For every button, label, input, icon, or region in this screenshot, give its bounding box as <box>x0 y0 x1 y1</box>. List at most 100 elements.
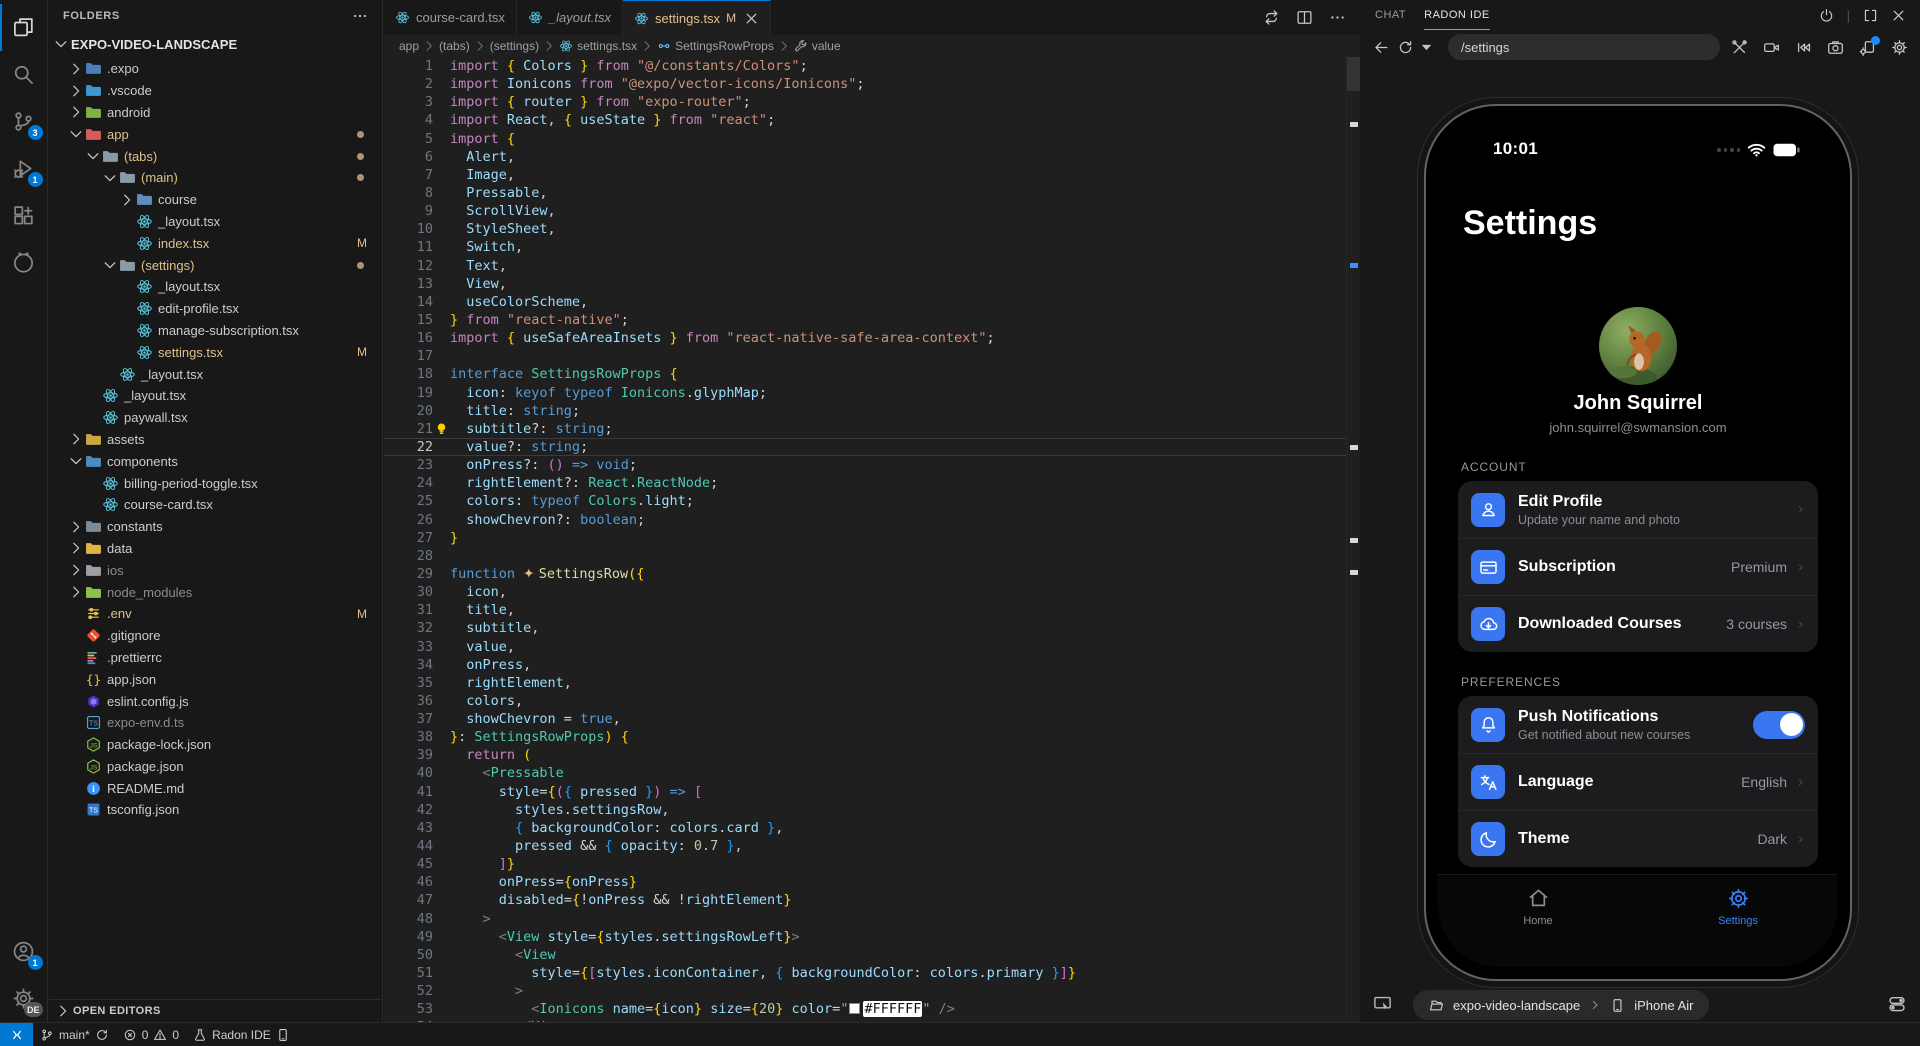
more-actions-icon[interactable] <box>352 8 368 24</box>
device-screen[interactable]: 10:01 Settings <box>1438 118 1838 967</box>
editor-tab--layout-tsx[interactable]: _layout.tsx <box>517 0 623 35</box>
breadcrumb[interactable]: app (tabs) (settings) settings.tsx SettingsR… <box>384 35 1360 57</box>
expand-icon[interactable] <box>1863 8 1878 23</box>
tree-item--vscode[interactable]: .vscode <box>49 80 382 102</box>
tree-item-eslint-config-js[interactable]: eslint.config.js <box>49 690 382 712</box>
status-problems[interactable]: 00 <box>116 1023 186 1046</box>
status-radon-ide-status[interactable]: Radon IDE <box>186 1023 297 1046</box>
more-actions-icon[interactable] <box>1329 9 1346 26</box>
tree-item-data[interactable]: data <box>49 538 382 560</box>
camera-icon[interactable] <box>1827 39 1844 56</box>
panel-tab-chat[interactable]: CHAT <box>1375 0 1406 30</box>
scrollbar-slider[interactable] <box>1347 57 1360 91</box>
tree-item-app-json[interactable]: {}app.json <box>49 668 382 690</box>
breadcrumb-item-value[interactable]: value <box>794 39 841 53</box>
panel-tab-bar: CHATRADON IDE| <box>1361 0 1920 30</box>
phone-tab-home[interactable]: Home <box>1438 875 1638 967</box>
tree-item--settings-[interactable]: (settings) <box>49 254 382 276</box>
settings-row-edit-profile[interactable]: Edit ProfileUpdate your name and photo <box>1458 481 1818 538</box>
skip-back-icon[interactable] <box>1795 39 1812 56</box>
tree-item-paywall-tsx[interactable]: paywall.tsx <box>49 407 382 429</box>
tree-item--env[interactable]: .envM <box>49 603 382 625</box>
settings-row-subscription[interactable]: SubscriptionPremium <box>1458 538 1818 595</box>
tree-item--gitignore[interactable]: .gitignore <box>49 625 382 647</box>
device-selector[interactable]: expo-video-landscape iPhone Air <box>1413 990 1709 1020</box>
tree-item-index-tsx[interactable]: index.tsxM <box>49 232 382 254</box>
overview-ruler[interactable] <box>1346 57 1360 1022</box>
lightbulb-icon[interactable] <box>435 422 448 435</box>
split-editor-icon[interactable] <box>1296 9 1313 26</box>
panel-settings-toggles-icon[interactable] <box>1888 995 1906 1013</box>
activity-item-extensions[interactable] <box>0 192 48 239</box>
tree-item-course[interactable]: course <box>49 189 382 211</box>
tree-item--layout-tsx[interactable]: _layout.tsx <box>49 363 382 385</box>
tree-item-tsconfig-json[interactable]: TStsconfig.json <box>49 799 382 821</box>
activity-item-search[interactable] <box>0 51 48 98</box>
code-line-10: 10 StyleSheet, <box>384 220 1346 238</box>
caret-down-icon[interactable] <box>1418 39 1435 56</box>
compare-changes-icon[interactable] <box>1263 9 1280 26</box>
editor-tab-course-card-tsx[interactable]: course-card.tsx <box>384 0 517 35</box>
tree-item-constants[interactable]: constants <box>49 516 382 538</box>
inspect-screen-icon[interactable] <box>1373 994 1392 1013</box>
breadcrumb-item--settings-[interactable]: (settings) <box>490 39 539 53</box>
tree-item-ios[interactable]: ios <box>49 559 382 581</box>
close-icon[interactable] <box>1891 8 1906 23</box>
tree-item-package-lock-json[interactable]: JSpackage-lock.json <box>49 734 382 756</box>
device-profile-icon[interactable] <box>1859 39 1876 56</box>
back-icon[interactable] <box>1373 39 1390 56</box>
breadcrumb-item-settingsrowprops[interactable]: SettingsRowProps <box>657 39 774 53</box>
code-editor[interactable]: 1import { Colors } from "@/constants/Col… <box>384 57 1346 1022</box>
tree-item--expo[interactable]: .expo <box>49 58 382 80</box>
activity-item-manage[interactable]: DE <box>0 975 48 1022</box>
tree-root[interactable]: EXPO-VIDEO-LANDSCAPE <box>49 32 382 56</box>
settings-row-language[interactable]: LanguageEnglish <box>1458 753 1818 810</box>
gear-icon[interactable] <box>1891 39 1908 56</box>
settings-card: Push NotificationsGet notified about new… <box>1458 696 1818 867</box>
open-editors-section[interactable]: OPEN EDITORS <box>49 999 382 1022</box>
toggle-switch-on[interactable] <box>1753 711 1805 739</box>
settings-row-theme[interactable]: ThemeDark <box>1458 810 1818 867</box>
video-camera-icon[interactable] <box>1763 39 1780 56</box>
tree-item-assets[interactable]: assets <box>49 429 382 451</box>
settings-row-push-notifications[interactable]: Push NotificationsGet notified about new… <box>1458 696 1818 753</box>
tree-item--prettierrc[interactable]: .prettierrc <box>49 647 382 669</box>
editor-tab-settings-tsx[interactable]: settings.tsxM <box>623 0 771 35</box>
activity-item-source-control[interactable]: 3 <box>0 98 48 145</box>
tree-item-components[interactable]: components <box>49 450 382 472</box>
tree-item-app[interactable]: app <box>49 123 382 145</box>
panel-tab-radon-ide[interactable]: RADON IDE <box>1424 0 1490 30</box>
tree-item--tabs-[interactable]: (tabs) <box>49 145 382 167</box>
breadcrumb-item--tabs-[interactable]: (tabs) <box>439 39 470 53</box>
power-icon[interactable] <box>1819 8 1834 23</box>
close-icon[interactable] <box>744 11 759 26</box>
tree-item-edit-profile-tsx[interactable]: edit-profile.tsx <box>49 298 382 320</box>
tools-icon[interactable] <box>1731 39 1748 56</box>
refresh-icon[interactable] <box>1397 39 1414 56</box>
phone-tab-settings[interactable]: Settings <box>1638 875 1838 967</box>
settings-row-downloaded-courses[interactable]: Downloaded Courses3 courses <box>1458 595 1818 652</box>
activity-item-explorer[interactable] <box>0 4 48 51</box>
tree-item--layout-tsx[interactable]: _layout.tsx <box>49 276 382 298</box>
tree-item-node-modules[interactable]: node_modules <box>49 581 382 603</box>
tree-item-expo-env-d-ts[interactable]: TSexpo-env.d.ts <box>49 712 382 734</box>
tree-item-readme-md[interactable]: iREADME.md <box>49 777 382 799</box>
tree-item-manage-subscription-tsx[interactable]: manage-subscription.tsx <box>49 320 382 342</box>
tree-item-course-card-tsx[interactable]: course-card.tsx <box>49 494 382 516</box>
tree-item--layout-tsx[interactable]: _layout.tsx <box>49 211 382 233</box>
tree-item-settings-tsx[interactable]: settings.tsxM <box>49 341 382 363</box>
activity-item-accounts[interactable]: 1 <box>0 928 48 975</box>
status-remote-indicator[interactable] <box>0 1023 33 1046</box>
tree-item--layout-tsx[interactable]: _layout.tsx <box>49 385 382 407</box>
tree-item-android[interactable]: android <box>49 102 382 124</box>
breadcrumb-item-settings-tsx[interactable]: settings.tsx <box>559 39 637 53</box>
tree-item--main-[interactable]: (main) <box>49 167 382 189</box>
status-git-branch[interactable]: main* <box>33 1023 116 1046</box>
url-bar[interactable]: /settings <box>1448 34 1720 60</box>
tree-item-package-json[interactable]: JSpackage.json <box>49 756 382 778</box>
tree-item-billing-period-toggle-tsx[interactable]: billing-period-toggle.tsx <box>49 472 382 494</box>
avatar[interactable] <box>1599 307 1677 385</box>
activity-item-github[interactable] <box>0 239 48 286</box>
activity-item-run-and-debug[interactable]: 1 <box>0 145 48 192</box>
breadcrumb-item-app[interactable]: app <box>399 39 419 53</box>
